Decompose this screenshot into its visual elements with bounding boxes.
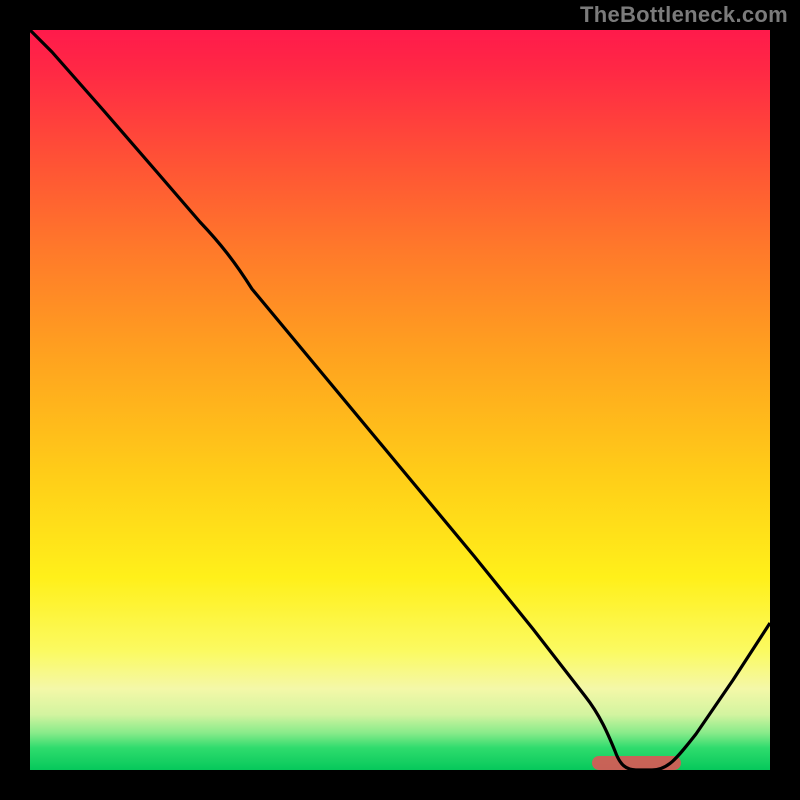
bottleneck-trace <box>30 30 770 770</box>
chart-frame: TheBottleneck.com <box>0 0 800 800</box>
chart-svg <box>30 30 770 770</box>
plot-area <box>30 30 770 770</box>
watermark-text: TheBottleneck.com <box>580 2 788 28</box>
